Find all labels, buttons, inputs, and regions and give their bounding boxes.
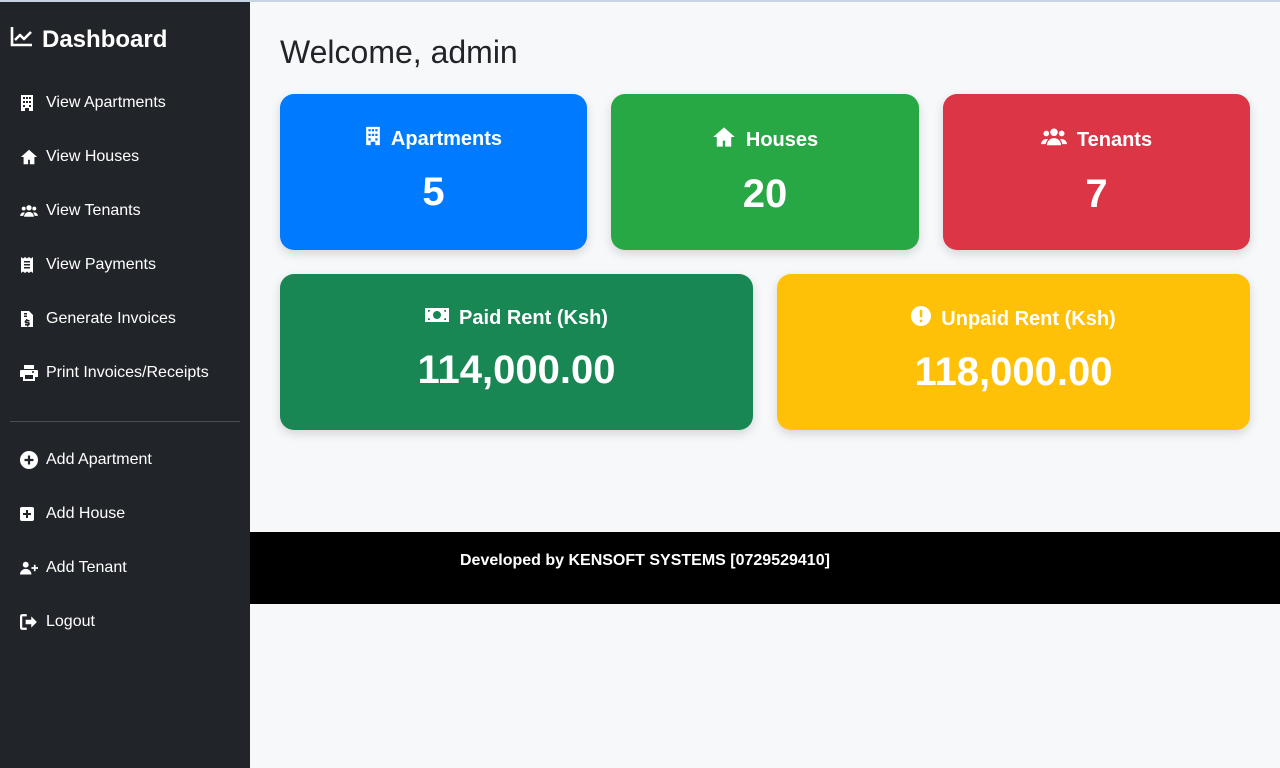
sidebar-item-logout[interactable]: Logout bbox=[0, 595, 250, 649]
receipt-icon bbox=[20, 255, 40, 275]
building-icon bbox=[20, 93, 40, 113]
brand-label: Dashboard bbox=[42, 25, 168, 53]
user-plus-icon bbox=[20, 558, 40, 578]
building-icon bbox=[365, 126, 381, 152]
invoice-icon bbox=[20, 309, 40, 329]
sidebar-item-print-invoices-receipts[interactable]: Print Invoices/Receipts bbox=[0, 346, 250, 400]
sidebar-item-view-apartments[interactable]: View Apartments bbox=[0, 76, 250, 130]
home-icon bbox=[712, 126, 736, 154]
sidebar-item-add-house[interactable]: Add House bbox=[0, 487, 250, 541]
sidebar-item-view-tenants[interactable]: View Tenants bbox=[0, 184, 250, 238]
houses-card: Houses 20 bbox=[611, 94, 919, 250]
sidebar-item-generate-invoices[interactable]: Generate Invoices bbox=[0, 292, 250, 346]
card-value: 7 bbox=[1085, 172, 1108, 216]
footer: Developed by KENSOFT SYSTEMS [0729529410… bbox=[250, 532, 1280, 604]
sidebar-nav: View Apartments View Houses View Tenants… bbox=[0, 76, 250, 400]
card-label: Apartments bbox=[390, 127, 503, 150]
sidebar-item-label: View Houses bbox=[46, 148, 140, 165]
sidebar-item-label: View Tenants bbox=[46, 202, 141, 219]
sidebar-item-label: Print Invoices/Receipts bbox=[46, 364, 209, 381]
sidebar-item-label: Add Tenant bbox=[46, 559, 127, 576]
card-value: 118,000.00 bbox=[914, 350, 1113, 394]
sidebar-item-label: Add House bbox=[46, 505, 126, 522]
sidebar: Dashboard View Apartments View Houses Vi… bbox=[0, 2, 250, 768]
card-value: 114,000.00 bbox=[417, 348, 616, 392]
sidebar-item-add-tenant[interactable]: Add Tenant bbox=[0, 541, 250, 595]
exclamation-circle-icon bbox=[911, 306, 932, 332]
sidebar-item-label: Generate Invoices bbox=[46, 310, 176, 327]
card-label: Tenants bbox=[1076, 128, 1153, 151]
sidebar-actions: Add Apartment Add House Add Tenant Logou… bbox=[0, 433, 250, 649]
footer-credit: Developed by KENSOFT SYSTEMS [0729529410… bbox=[460, 552, 830, 569]
sidebar-item-label: View Payments bbox=[46, 256, 156, 273]
page-title: Welcome, admin bbox=[280, 34, 518, 70]
unpaid-rent-card: Unpaid Rent (Ksh) 118,000.00 bbox=[777, 274, 1250, 430]
sidebar-item-label: Logout bbox=[46, 613, 95, 630]
sidebar-item-label: View Apartments bbox=[46, 94, 166, 111]
logout-icon bbox=[20, 612, 40, 632]
card-label: Unpaid Rent (Ksh) bbox=[941, 307, 1116, 330]
home-icon bbox=[20, 147, 40, 167]
plus-circle-icon bbox=[20, 450, 40, 470]
card-value: 5 bbox=[422, 170, 445, 214]
chart-line-icon bbox=[10, 24, 34, 55]
sidebar-item-view-houses[interactable]: View Houses bbox=[0, 130, 250, 184]
sidebar-item-label: Add Apartment bbox=[46, 451, 152, 468]
sidebar-item-view-payments[interactable]: View Payments bbox=[0, 238, 250, 292]
print-icon bbox=[20, 363, 40, 383]
sidebar-item-add-apartment[interactable]: Add Apartment bbox=[0, 433, 250, 487]
card-label: Paid Rent (Ksh) bbox=[459, 306, 608, 329]
apartments-card: Apartments 5 bbox=[280, 94, 587, 250]
users-icon bbox=[20, 201, 40, 221]
dashboard-brand-link[interactable]: Dashboard bbox=[10, 24, 167, 55]
money-bill-icon bbox=[425, 306, 450, 330]
paid-rent-card: Paid Rent (Ksh) 114,000.00 bbox=[280, 274, 753, 430]
plus-square-icon bbox=[20, 504, 40, 524]
tenants-card: Tenants 7 bbox=[943, 94, 1250, 250]
card-value: 20 bbox=[742, 172, 788, 216]
sidebar-divider bbox=[10, 421, 240, 422]
card-label: Houses bbox=[745, 128, 819, 151]
users-icon bbox=[1040, 126, 1067, 154]
